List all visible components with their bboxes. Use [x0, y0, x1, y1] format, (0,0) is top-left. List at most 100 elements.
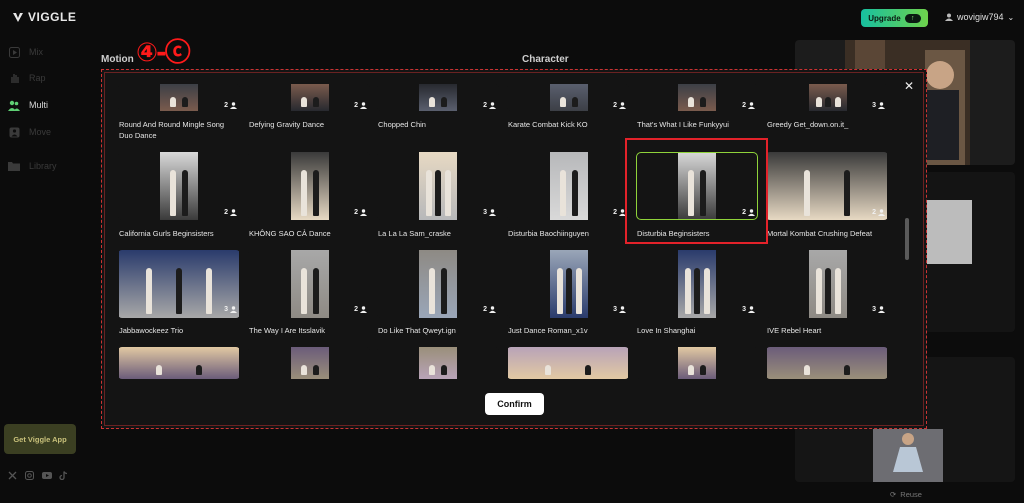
dancer-figure [700, 365, 707, 375]
reuse-button[interactable]: ⟳ Reuse [890, 490, 922, 499]
motion-thumbnail [248, 250, 370, 318]
people-count-badge: 2 [742, 102, 755, 109]
reuse-label: Reuse [900, 490, 922, 499]
video-preview [119, 250, 239, 318]
highlight-box [625, 138, 768, 244]
people-count: 3 [613, 306, 617, 313]
x-icon[interactable] [8, 467, 17, 480]
people-count-badge: 2 [872, 209, 885, 216]
youtube-icon[interactable] [42, 467, 52, 479]
close-icon[interactable]: ✕ [903, 79, 915, 93]
people-count-badge: 2 [224, 209, 237, 216]
sidebar-item-move[interactable]: Move [8, 123, 51, 141]
person-icon [489, 102, 496, 109]
motion-thumbnail [248, 152, 370, 220]
dancer-figure [684, 268, 691, 314]
sidebar-item-label: Library [29, 161, 57, 171]
video-preview [550, 250, 588, 318]
person-icon [878, 209, 885, 216]
people-count-badge: 2 [354, 102, 367, 109]
people-count-badge: 3 [872, 306, 885, 313]
logo-text: VIGGLE [28, 10, 77, 24]
dancer-figure [441, 97, 448, 107]
person-icon [619, 306, 626, 313]
people-count-badge: 2 [354, 209, 367, 216]
people-count-badge: 2 [483, 306, 496, 313]
dancer-figure [703, 268, 710, 314]
motion-thumbnail [118, 152, 240, 220]
people-count-badge: 2 [613, 102, 626, 109]
motion-thumbnail [766, 84, 888, 111]
person-icon [230, 306, 237, 313]
refresh-icon: ⟳ [890, 490, 897, 499]
people-count-badge: 3 [483, 209, 496, 216]
people-count: 3 [483, 209, 487, 216]
instagram-icon[interactable] [25, 467, 34, 480]
video-preview [119, 347, 239, 379]
motion-thumbnail [507, 152, 629, 220]
motion-title: Disturbia Baochiinguyen [508, 229, 589, 238]
people-count-badge: 3 [224, 306, 237, 313]
dancer-figure [825, 268, 831, 314]
get-app-button[interactable]: Get Viggle App [4, 424, 76, 454]
dancer-figure [300, 365, 307, 375]
people-count: 2 [742, 102, 746, 109]
modal-scrollbar[interactable] [905, 218, 909, 260]
chevron-down-icon: ⌄ [1007, 12, 1015, 22]
video-preview [291, 84, 329, 111]
motion-title: The Way I Are Itsslavik [249, 326, 325, 335]
motion-thumbnail [377, 84, 499, 111]
motion-thumbnail [248, 84, 370, 111]
confirm-button[interactable]: Confirm [485, 393, 544, 415]
motion-thumbnail [377, 250, 499, 318]
dancer-figure [441, 268, 448, 314]
dancer-figure [146, 268, 152, 314]
people-count: 2 [354, 306, 358, 313]
people-count-badge: 3 [872, 102, 885, 109]
people-count: 2 [483, 306, 487, 313]
video-preview [419, 347, 457, 379]
upgrade-button[interactable]: Upgrade ↑ [861, 9, 928, 27]
people-count: 3 [872, 306, 876, 313]
motion-thumbnail [507, 84, 629, 111]
video-preview [678, 347, 716, 379]
person-icon [360, 102, 367, 109]
motion-title: KHÔNG SAO CẢ Dance [249, 229, 331, 238]
people-count: 2 [483, 102, 487, 109]
motion-thumbnail [766, 347, 888, 379]
dancer-figure [428, 268, 435, 314]
sidebar-item-mix[interactable]: Mix [8, 43, 43, 61]
dancer-figure [556, 268, 563, 314]
logo[interactable]: VIGGLE [12, 10, 76, 24]
dancer-figure [545, 365, 551, 375]
dancer-figure [559, 97, 566, 107]
dancer-figure [300, 170, 307, 216]
motion-title: La La La Sam_craske [378, 229, 451, 238]
people-count-badge: 3 [613, 306, 626, 313]
video-preview [678, 84, 716, 111]
motion-thumbnail [636, 84, 758, 111]
dancer-figure [313, 97, 320, 107]
dancer-figure [804, 170, 810, 216]
dancer-figure [428, 365, 435, 375]
video-preview [809, 250, 847, 318]
people-count: 3 [742, 306, 746, 313]
tiktok-icon[interactable] [59, 467, 68, 481]
user-menu[interactable]: wovigiw794 ⌄ [945, 12, 1014, 22]
motion-thumbnail [118, 84, 240, 111]
dancer-figure [694, 268, 700, 314]
motion-title: Defying Gravity Dance [249, 120, 325, 129]
dancer-figure [428, 97, 435, 107]
dancer-figure [844, 170, 850, 216]
dancer-figure [834, 97, 841, 107]
people-count: 3 [224, 306, 228, 313]
dancer-figure [182, 97, 189, 107]
sidebar-item-rap[interactable]: Rap [8, 69, 46, 87]
motion-title: Just Dance Roman_x1v [508, 326, 588, 335]
sidebar-item-multi[interactable]: Multi [8, 96, 48, 114]
play-square-icon [8, 46, 20, 58]
video-preview [678, 250, 716, 318]
sidebar-item-library[interactable]: Library [8, 157, 57, 175]
sidebar-item-label: Move [29, 127, 52, 137]
motion-thumbnail [766, 250, 888, 318]
